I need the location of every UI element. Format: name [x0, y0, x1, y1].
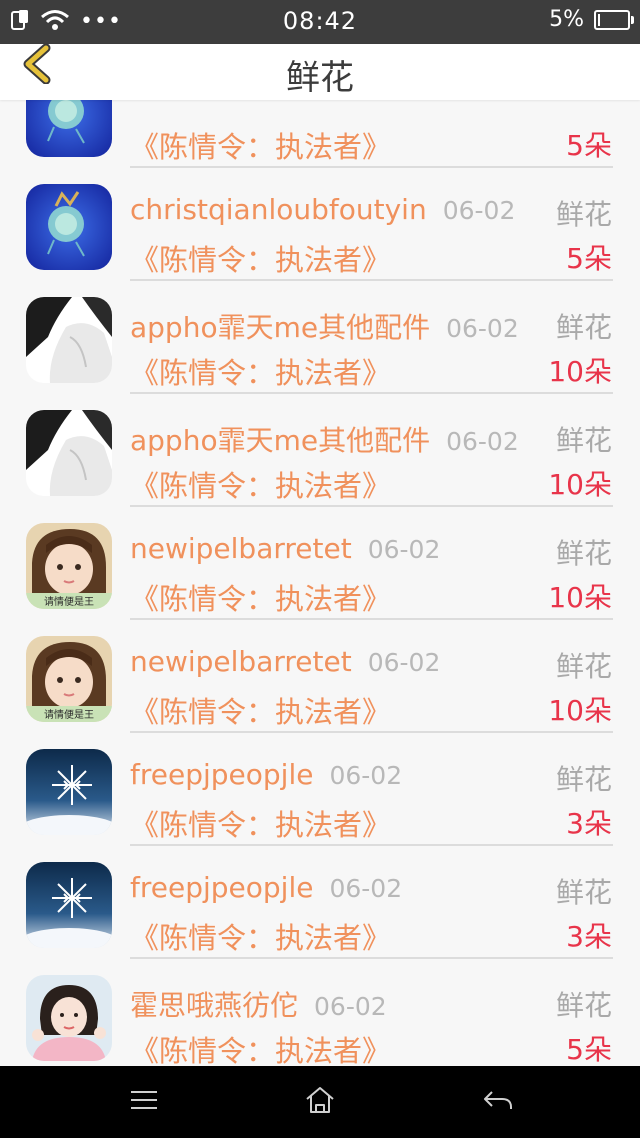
clock: 08:42 — [282, 7, 358, 35]
page-title: 鲜花 — [286, 58, 354, 98]
list-item[interactable]: 霍思哦燕彷佗06-02 鲜花 — [0, 1053, 640, 1066]
sender-name-line: christqianloubfoutyin 06-02 — [130, 193, 515, 226]
gift-date: 06-02 — [446, 427, 519, 456]
sender-name: christqianloubfoutyin — [130, 193, 427, 226]
avatar[interactable] — [26, 410, 112, 496]
menu-button[interactable] — [119, 1084, 169, 1120]
back-arrow-icon — [482, 1088, 514, 1116]
flower-list: 《陈情令：执法者》 5朵 christqianloubfoutyin 06-02 … — [0, 100, 640, 1066]
sender-name-line: freepjpeopjle 06-02 — [130, 758, 402, 791]
sender-name: freepjpeopjle — [130, 758, 314, 791]
sender-name-line: appho霏天me其他配件 06-02 — [130, 419, 519, 459]
home-icon — [304, 1086, 336, 1118]
gift-date: 06-02 — [367, 648, 441, 677]
avatar[interactable] — [26, 862, 112, 948]
gift-date: 06-02 — [314, 992, 387, 1021]
list-item[interactable]: appho霏天me其他配件 06-02 鲜花 《陈情令：执法者》 10朵 — [0, 375, 640, 507]
list-item[interactable]: freepjpeopjle 06-02 鲜花 《陈情令：执法者》 3朵 — [0, 827, 640, 959]
gift-type: 鲜花 — [555, 650, 612, 683]
sender-name-line: newipelbarretet 06-02 — [130, 532, 440, 565]
gift-date: 06-02 — [367, 535, 441, 564]
sender-name-line: freepjpeopjle 06-02 — [130, 871, 402, 904]
sender-name: 霍思哦燕彷佗 — [130, 989, 299, 1022]
sender-name: freepjpeopjle — [130, 871, 314, 904]
gift-type: 鲜花 — [555, 763, 612, 796]
list-item[interactable]: 霍思哦燕彷佗 06-02 鲜花 《陈情令：执法者》 5朵 — [0, 940, 640, 1066]
gift-date: 06-02 — [329, 874, 403, 903]
gift-type: 鲜花 — [555, 198, 612, 231]
home-button[interactable] — [295, 1084, 345, 1120]
sender-name-line — [130, 100, 146, 113]
system-nav-bar — [0, 1066, 640, 1138]
sender-name: newipelbarretet — [130, 532, 352, 565]
battery-icon — [594, 9, 634, 30]
gift-type: 鲜花 — [555, 424, 612, 457]
title-bar: 鲜花 — [0, 43, 640, 100]
avatar[interactable] — [26, 749, 112, 835]
sender-name-line: newipelbarretet 06-02 — [130, 645, 440, 678]
avatar[interactable] — [26, 184, 112, 270]
sender-name-line: appho霏天me其他配件 06-02 — [130, 306, 519, 346]
back-nav-button[interactable] — [473, 1084, 523, 1120]
status-right: 5% — [549, 7, 634, 32]
sender-name: newipelbarretet — [130, 645, 352, 678]
sender-name: appho霏天me其他配件 — [130, 424, 431, 457]
avatar[interactable] — [26, 975, 112, 1061]
gift-date: 06-02 — [329, 761, 403, 790]
list-item[interactable]: freepjpeopjle 06-02 鲜花 《陈情令：执法者》 3朵 — [0, 714, 640, 846]
sender-name-line: 霍思哦燕彷佗 06-02 — [130, 984, 387, 1024]
avatar[interactable]: 请情便是王 — [26, 523, 112, 609]
battery-text: 5% — [549, 7, 584, 32]
sender-name: appho霏天me其他配件 — [130, 311, 431, 344]
list-item[interactable]: appho霏天me其他配件 06-02 鲜花 《陈情令：执法者》 10朵 — [0, 262, 640, 394]
gift-type: 鲜花 — [555, 311, 612, 344]
list-item[interactable]: 请情便是王 newipelbarretet 06-02 鲜花 《陈情令：执法者》 … — [0, 488, 640, 620]
avatar[interactable]: 请情便是王 — [26, 636, 112, 722]
status-bar: ••• 08:42 5% — [0, 0, 640, 44]
list-item[interactable]: 《陈情令：执法者》 5朵 — [0, 100, 640, 168]
gift-date: 06-02 — [442, 196, 516, 225]
gift-type: 鲜花 — [555, 537, 612, 570]
list-item[interactable]: christqianloubfoutyin 06-02 鲜花 《陈情令：执法者》 … — [0, 149, 640, 281]
avatar[interactable] — [26, 297, 112, 383]
menu-icon — [129, 1089, 159, 1115]
gift-type: 鲜花 — [555, 876, 612, 909]
gift-type: 鲜花 — [555, 989, 612, 1022]
gift-date: 06-02 — [446, 314, 519, 343]
list-item[interactable]: 请情便是王 newipelbarretet 06-02 鲜花 《陈情令：执法者》 … — [0, 601, 640, 733]
